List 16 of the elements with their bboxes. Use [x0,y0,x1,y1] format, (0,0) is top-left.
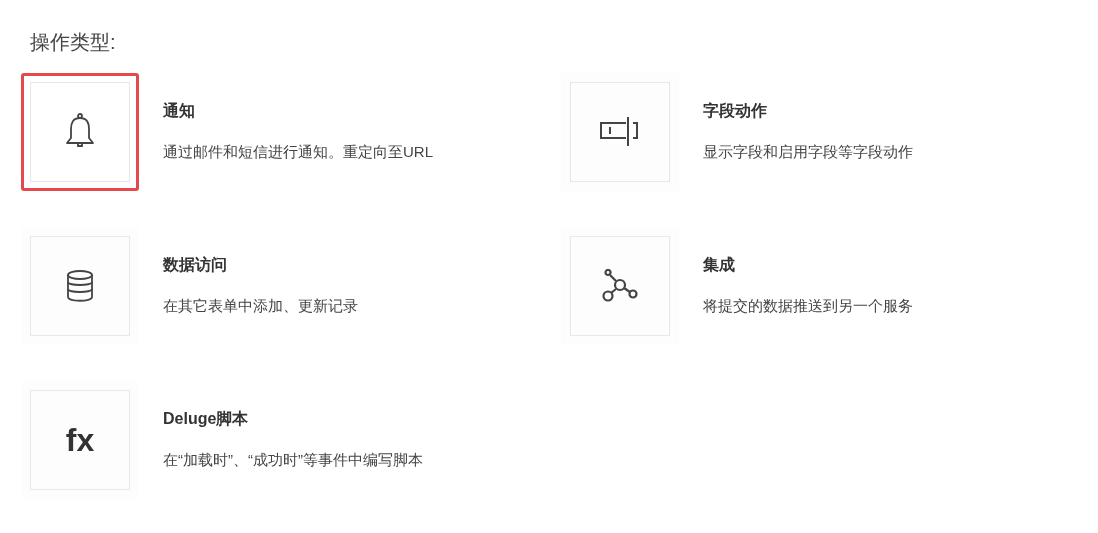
action-title: 字段动作 [703,101,768,121]
action-title: 通知 [163,101,196,121]
action-tile[interactable] [21,73,139,191]
action-title: Deluge脚本 [163,409,250,429]
database-icon [66,269,94,303]
action-title: 集成 [703,255,736,275]
action-title: 数据访问 [163,255,228,275]
function-icon: fx [65,424,95,456]
action-description: 将提交的数据推送到另一个服务 [703,296,913,316]
action-description: 在“加载时”、“成功时”等事件中编写脚本 [163,450,423,470]
action-description: 通过邮件和短信进行通知。重定向至URL [163,142,433,162]
text-field-icon [599,116,641,148]
section-heading: 操作类型: [30,30,117,55]
action-description: 显示字段和启用字段等字段动作 [703,142,913,162]
network-icon [600,269,640,303]
action-description: 在其它表单中添加、更新记录 [163,296,358,316]
